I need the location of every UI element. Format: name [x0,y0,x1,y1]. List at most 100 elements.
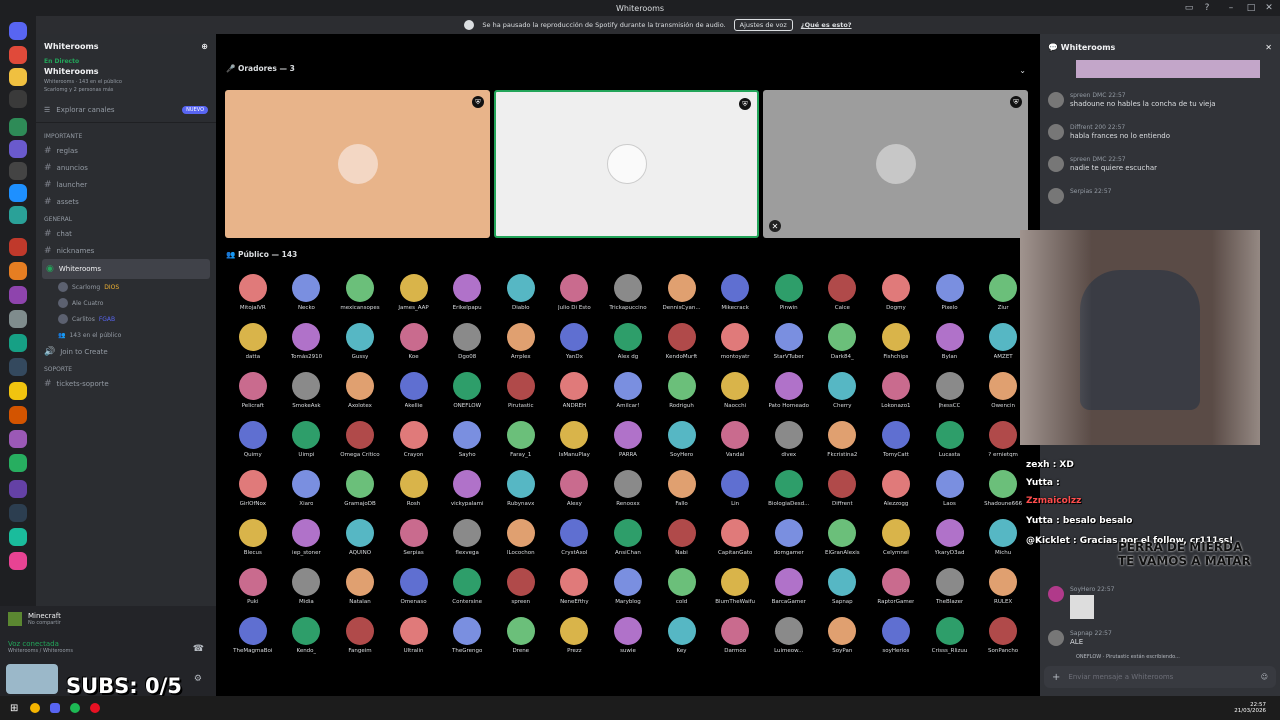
server-icon[interactable] [9,310,27,328]
audience-member[interactable]: Gussy [333,323,387,362]
chrome-icon[interactable] [30,703,41,713]
audience-member[interactable]: Rodriguh [655,372,709,411]
audience-member[interactable]: BlumTheWaifu [708,568,762,607]
audience-member[interactable]: Necko [280,274,334,313]
audience-member[interactable]: Cherry [816,372,870,411]
audience-member[interactable]: Calce [816,274,870,313]
audience-member[interactable]: SoyHero [655,421,709,460]
audience-member[interactable]: vickypalami [440,470,494,509]
audience-member[interactable]: Alezzogg [869,470,923,509]
server-icon[interactable] [9,382,27,400]
audience-member[interactable]: Julio Di Esto [548,274,602,313]
audience-member[interactable]: James_AAP [387,274,441,313]
audience-member[interactable]: Sayho [440,421,494,460]
audience-member[interactable]: ONEFLOW [440,372,494,411]
voice-settings-button[interactable]: Ajustes de voz [733,19,793,31]
audience-member[interactable]: Puki [226,568,280,607]
audience-member[interactable]: ANDREH [548,372,602,411]
audience-member[interactable]: RaptorGamer [869,568,923,607]
audience-member[interactable]: Quimy [226,421,280,460]
add-attachment-icon[interactable]: + [1052,672,1060,683]
home-icon[interactable] [9,22,27,40]
server-icon[interactable] [9,504,27,522]
audience-member[interactable]: Alexy [548,470,602,509]
audience-member[interactable]: MitojalVR [226,274,280,313]
audience-member[interactable]: YkaryD3ad [923,519,977,558]
channel-launcher[interactable]: # launcher [36,176,216,193]
audience-member[interactable]: iep_stoner [280,519,334,558]
server-icon[interactable] [9,238,27,256]
join-to-create[interactable]: 🔊 Join to Create [36,343,216,360]
close-icon[interactable]: ✕ [1260,0,1278,16]
server-icon[interactable] [9,68,27,86]
audience-member[interactable]: Sapnap [816,568,870,607]
chat-message[interactable]: Sapnap 22:57 ALE [1048,630,1272,646]
audience-member[interactable]: Trickapuccino [601,274,655,313]
audience-member[interactable]: Axolotex [333,372,387,411]
audience-member[interactable]: SonPancho [976,617,1030,656]
server-icon[interactable] [9,286,27,304]
audience-member[interactable]: Arrplex [494,323,548,362]
audience-member[interactable]: YanDx [548,323,602,362]
audience-member[interactable]: Pelicraft [226,372,280,411]
avatar[interactable] [6,664,58,694]
twitch-icon[interactable] [9,480,27,498]
server-icon[interactable] [9,46,27,64]
chat-input[interactable]: + Enviar mensaje a Whiterooms ☺ [1044,666,1276,688]
speaker-tile[interactable]: ⛨ ✕ [763,90,1028,238]
server-icon[interactable] [9,430,27,448]
server-header[interactable]: Whiterooms ⊕ [36,34,216,58]
server-icon[interactable] [9,358,27,376]
what-is-this-link[interactable]: ¿Qué es esto? [801,21,852,29]
chat-message[interactable]: spreen DMC 22:57 shadoune no hables la co… [1048,92,1272,108]
audience-member[interactable]: Lokonazo1 [869,372,923,411]
server-icon[interactable] [9,118,27,136]
server-icon[interactable] [9,262,27,280]
audience-member[interactable]: flexvega [440,519,494,558]
minimize-icon[interactable]: – [1222,0,1240,16]
audience-member[interactable]: PARRA [601,421,655,460]
activity-card[interactable]: Minecraft No compartir [8,612,61,626]
audience-member[interactable]: Bylan [923,323,977,362]
server-icon[interactable] [9,162,27,180]
image-attachment[interactable] [1070,595,1094,619]
audience-member[interactable]: Blecus [226,519,280,558]
emoji-icon[interactable]: ☺ [1261,673,1268,681]
speakers-header[interactable]: 🎤 Oradores — 3 [226,64,295,73]
app-icon[interactable] [90,703,101,713]
server-icon[interactable] [9,334,27,352]
spotify-icon[interactable] [70,703,81,713]
audience-member[interactable]: JhessCC [923,372,977,411]
audience-member[interactable]: Omenaso [387,568,441,607]
audience-member[interactable]: Laos [923,470,977,509]
category-important[interactable]: IMPORTANTE [36,127,216,142]
audience-member[interactable]: TomyCatt [869,421,923,460]
image-attachment[interactable] [1076,60,1260,78]
audience-member[interactable]: Lucasta [923,421,977,460]
close-chat-icon[interactable]: ✕ [1265,43,1272,52]
audience-member[interactable]: Mikecrack [708,274,762,313]
audience-member[interactable]: Omega Crítico [333,421,387,460]
audience-member[interactable]: Fkcristina2 [816,421,870,460]
audience-member[interactable]: Rosh [387,470,441,509]
add-member-icon[interactable]: ⊕ [201,42,208,51]
audience-member[interactable]: datta [226,323,280,362]
audience-member[interactable]: Dark84_ [816,323,870,362]
audience-member[interactable]: Diablo [494,274,548,313]
audience-member[interactable]: Contersine [440,568,494,607]
audience-member[interactable]: BarcaGamer [762,568,816,607]
audience-member[interactable]: Prezz [548,617,602,656]
speaker-tile[interactable]: ⛨ [225,90,490,238]
audience-member[interactable]: KendoMurft [655,323,709,362]
channel-tickets-soporte[interactable]: # tickets-soporte [36,375,216,392]
server-icon[interactable] [9,206,27,224]
audience-member[interactable]: Diffrent [816,470,870,509]
audience-member[interactable]: Koe [387,323,441,362]
audience-member[interactable]: DennisCyan... [655,274,709,313]
audience-member[interactable]: Drene [494,617,548,656]
audience-member[interactable]: Renooxx [601,470,655,509]
explore-channels[interactable]: ☰ Explorar canales NUEVO [36,98,216,123]
audience-member[interactable]: domgamer [762,519,816,558]
discord-icon[interactable] [50,703,61,713]
audience-member[interactable]: Amilcar! [601,372,655,411]
